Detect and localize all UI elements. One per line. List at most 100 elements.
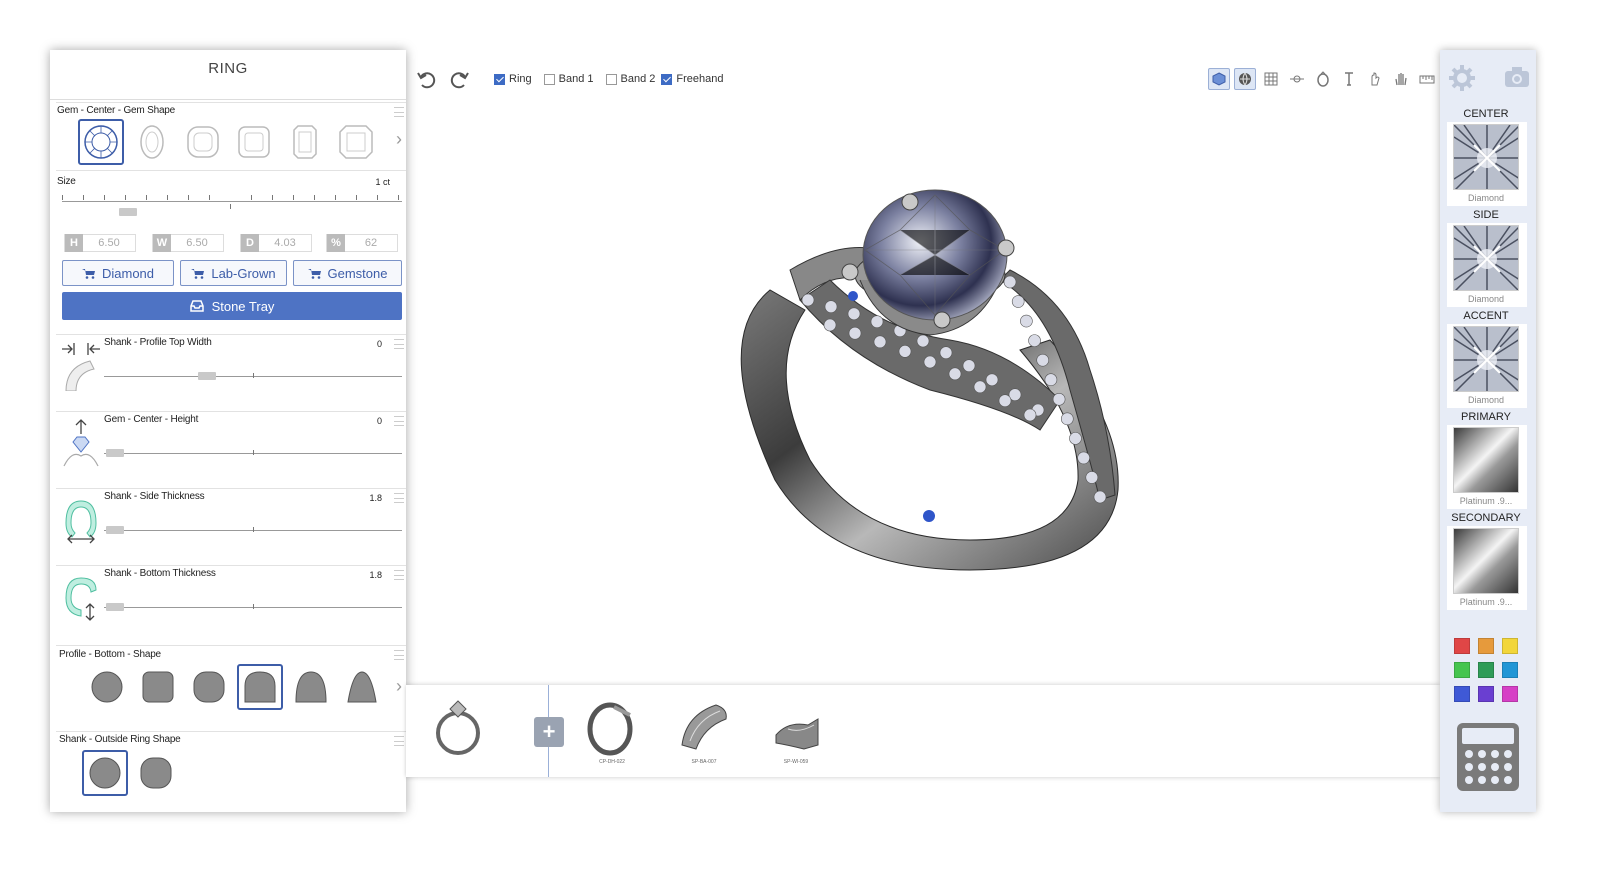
part-thumb-sp-wi-059[interactable]: SP-WI-059 [764, 695, 828, 771]
color-swatch[interactable] [1478, 662, 1494, 678]
toggle-band-1[interactable]: Band 1 [543, 73, 594, 85]
add-part-button[interactable]: + [534, 717, 564, 747]
gem-shape-emerald[interactable] [282, 119, 328, 165]
render-mode-button[interactable] [1208, 68, 1230, 90]
section-menu-icon[interactable] [394, 339, 404, 349]
side-view-button[interactable] [1338, 68, 1360, 90]
buy-diamond-label: Diamond [101, 265, 155, 281]
size-slider-tick [146, 195, 147, 200]
calculator-icon[interactable] [1456, 722, 1520, 792]
profile-shape-rounded-square[interactable] [135, 664, 181, 710]
outside-shape-cushion[interactable] [133, 750, 179, 796]
undo-button[interactable] [414, 67, 438, 91]
diamond-material-swatch[interactable] [1453, 326, 1519, 392]
hand-view-button[interactable] [1364, 68, 1386, 90]
buy-diamond-button[interactable]: Diamond [62, 260, 174, 286]
size-slider-tick [251, 195, 252, 200]
checkbox[interactable] [543, 73, 555, 85]
color-swatch[interactable] [1454, 686, 1470, 702]
diamond-material-swatch[interactable] [1453, 124, 1519, 190]
gem-shape-cushion[interactable] [180, 119, 226, 165]
color-swatch[interactable] [1478, 638, 1494, 654]
bottom-thickness-icon [65, 577, 97, 621]
section-menu-icon[interactable] [394, 493, 404, 503]
color-swatch[interactable] [1454, 638, 1470, 654]
checkbox[interactable] [661, 73, 673, 85]
pave-stone [1093, 490, 1107, 504]
size-slider-track[interactable] [62, 201, 402, 202]
section-menu-icon[interactable] [394, 736, 404, 746]
section-menu-icon[interactable] [394, 107, 404, 117]
size-slider-tick [62, 195, 63, 200]
part-code: CP-DH-022 [599, 759, 625, 765]
metal-material-swatch[interactable] [1453, 528, 1519, 594]
material-name: Platinum .9... [1459, 496, 1513, 506]
outside-shape-round[interactable] [82, 750, 128, 796]
chevron-right-icon[interactable]: › [396, 129, 402, 150]
dim-width: W 6.50 [152, 234, 224, 252]
param-slider-thumb[interactable] [198, 372, 216, 380]
toggle-ring[interactable]: Ring [494, 73, 532, 85]
3d-viewport[interactable] [410, 100, 1438, 680]
profile-shape-dome-flat[interactable] [237, 664, 283, 710]
measure-icon [1290, 75, 1304, 83]
color-swatch[interactable] [1502, 662, 1518, 678]
ring-model[interactable] [410, 100, 1438, 680]
profile-shape-round[interactable] [84, 664, 130, 710]
toggle-band-2-label: Band 2 [620, 73, 656, 85]
profile-shape-dome[interactable] [288, 664, 334, 710]
stone-tray-button[interactable]: Stone Tray [62, 292, 402, 320]
grid-icon [1264, 72, 1278, 86]
parts-strip: + CP-DH-022 SP-BA-007 SP-WI-059 [406, 685, 1440, 777]
gem-shape-cushion-square[interactable] [231, 119, 277, 165]
buy-stone-buttons: Diamond Lab-Grown Gemstone [62, 260, 402, 288]
param-slider-thumb[interactable] [106, 526, 124, 534]
buy-lab-grown-button[interactable]: Lab-Grown [180, 260, 287, 286]
material-name: Diamond [1467, 294, 1505, 304]
profile-bottom-label: Profile - Bottom - Shape [59, 649, 161, 660]
gem-shape-oval[interactable] [129, 119, 175, 165]
param-slider-thumb[interactable] [106, 603, 124, 611]
checkbox[interactable] [605, 73, 617, 85]
toggle-freehand[interactable]: Freehand [661, 73, 723, 85]
dim-percent: % 62 [326, 234, 398, 252]
profile-shape-cushion[interactable] [186, 664, 232, 710]
toggle-band-2[interactable]: Band 2 [605, 73, 656, 85]
ring-view-button[interactable] [1312, 68, 1334, 90]
part-thumb-cp-dh-022[interactable]: CP-DH-022 [580, 695, 644, 771]
environment-button[interactable] [1234, 68, 1256, 90]
color-swatch[interactable] [1454, 662, 1470, 678]
material-name: Platinum .9... [1459, 597, 1513, 607]
grid-button[interactable] [1260, 68, 1282, 90]
chevron-right-icon[interactable]: › [396, 676, 402, 697]
buy-gemstone-button[interactable]: Gemstone [293, 260, 402, 286]
hand-icon [1371, 72, 1380, 86]
profile-shape-knife[interactable] [339, 664, 385, 710]
param-slider-thumb[interactable] [106, 449, 124, 457]
section-menu-icon[interactable] [394, 416, 404, 426]
redo-button[interactable] [448, 67, 472, 91]
camera-icon[interactable] [1504, 66, 1530, 88]
measure-button[interactable] [1286, 68, 1308, 90]
diamond-material-swatch[interactable] [1453, 225, 1519, 291]
gem-shape-round[interactable] [78, 119, 124, 165]
material-slot-label: ACCENT [1463, 310, 1509, 322]
section-menu-icon[interactable] [394, 570, 404, 580]
color-palette [1454, 638, 1518, 702]
color-swatch[interactable] [1478, 686, 1494, 702]
materials-panel: CENTER Diamond SIDE Diamond ACCENT Diamond PRI… [1440, 50, 1536, 812]
pan-button[interactable] [1390, 68, 1412, 90]
metal-material-swatch[interactable] [1453, 427, 1519, 493]
checkbox[interactable] [494, 73, 505, 85]
gem-shape-asscher[interactable] [333, 119, 379, 165]
part-thumb-sp-ba-007[interactable]: SP-BA-007 [672, 695, 736, 771]
dimension-button[interactable] [1416, 68, 1438, 90]
size-slider-tick [335, 195, 336, 200]
section-menu-icon[interactable] [394, 650, 404, 660]
color-swatch[interactable] [1502, 638, 1518, 654]
size-slider-thumb[interactable] [119, 208, 137, 216]
gear-icon[interactable] [1448, 64, 1476, 92]
color-swatch[interactable] [1502, 686, 1518, 702]
material-slot-label: SECONDARY [1451, 512, 1521, 524]
part-thumb-ring[interactable] [426, 695, 490, 771]
